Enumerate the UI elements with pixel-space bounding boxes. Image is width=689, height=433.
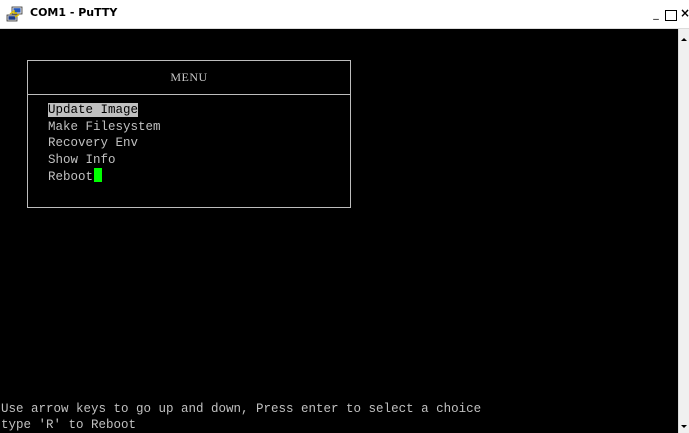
terminal-area[interactable]: MENU Update Image Make Filesystem Recove…: [0, 29, 678, 433]
menu-title: MENU: [170, 70, 208, 84]
putty-window: COM1 - PuTTY _ × MENU Update Image Make …: [0, 0, 689, 433]
minimize-button[interactable]: _: [650, 8, 662, 22]
menu-box: MENU Update Image Make Filesystem Recove…: [27, 60, 351, 208]
menu-item-label: Show Info: [48, 152, 116, 167]
menu-item-make-filesystem[interactable]: Make Filesystem: [48, 119, 161, 136]
text-cursor: [94, 168, 103, 182]
arrow-up-icon[interactable]: [679, 35, 689, 45]
menu-item-update-image[interactable]: Update Image: [48, 102, 161, 119]
menu-item-reboot[interactable]: Reboot: [48, 168, 161, 185]
close-icon: ×: [680, 7, 689, 20]
menu-item-label: Update Image: [48, 103, 139, 117]
close-button[interactable]: ×: [680, 7, 689, 21]
menu-divider: [28, 94, 350, 95]
menu-list: Update Image Make Filesystem Recovery En…: [48, 102, 161, 185]
menu-item-show-info[interactable]: Show Info: [48, 152, 161, 169]
minimize-icon: _: [653, 7, 659, 20]
vertical-scrollbar[interactable]: [678, 29, 689, 433]
menu-item-recovery-env[interactable]: Recovery Env: [48, 135, 161, 152]
maximize-button[interactable]: [665, 10, 677, 21]
window-title: COM1 - PuTTY: [30, 6, 118, 19]
status-line-reboot-hint: type 'R' to Reboot: [1, 418, 137, 432]
menu-item-label: Reboot: [48, 170, 94, 184]
status-line-instructions: Use arrow keys to go up and down, Press …: [1, 402, 482, 416]
arrow-down-icon[interactable]: [679, 421, 689, 431]
menu-item-label: Make Filesystem: [48, 119, 161, 134]
menu-item-label: Recovery Env: [48, 136, 139, 150]
title-bar[interactable]: COM1 - PuTTY _ ×: [0, 0, 689, 29]
putty-icon: [6, 6, 23, 22]
